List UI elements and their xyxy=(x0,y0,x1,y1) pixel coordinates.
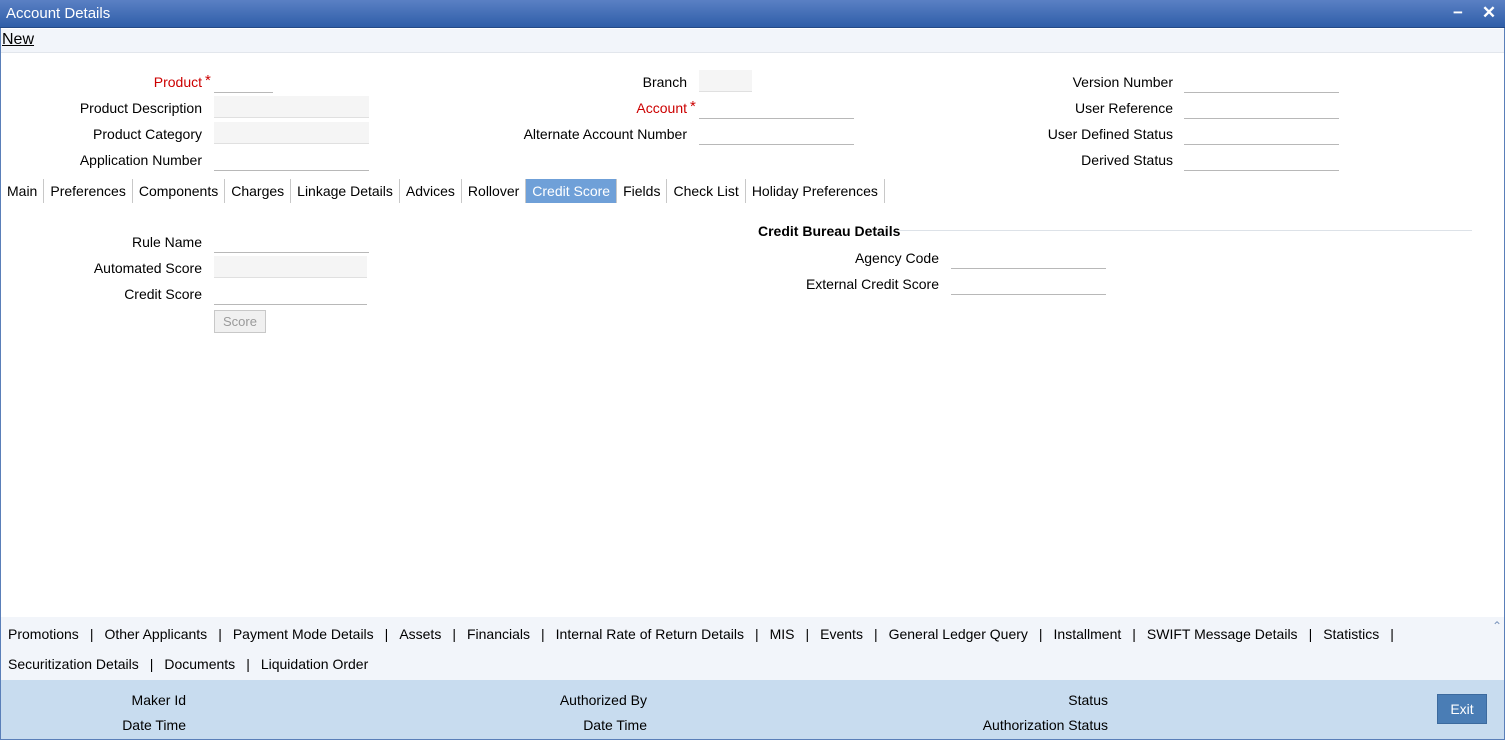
subsystem-link-assets[interactable]: Assets xyxy=(399,626,441,642)
rule-name-input[interactable] xyxy=(214,231,369,253)
subsystem-link-events[interactable]: Events xyxy=(820,626,863,642)
tab-charges[interactable]: Charges xyxy=(225,179,292,203)
version-number-input[interactable] xyxy=(1184,71,1339,93)
external-credit-score-input[interactable] xyxy=(951,273,1106,295)
tab-main[interactable]: Main xyxy=(1,179,45,203)
new-link[interactable]: New xyxy=(2,31,34,49)
link-separator: | xyxy=(218,626,222,642)
authorization-status-label: Authorization Status xyxy=(982,717,1108,733)
window-title-bar: Account Details − ✕ xyxy=(0,0,1505,28)
section-divider xyxy=(897,230,1472,231)
branch-field xyxy=(699,70,752,92)
tab-rollover[interactable]: Rollover xyxy=(462,179,527,203)
subsystem-link-swift-message-details[interactable]: SWIFT Message Details xyxy=(1147,626,1298,642)
account-label: Account xyxy=(636,100,687,116)
link-separator: | xyxy=(805,626,810,642)
subsystem-link-promotions[interactable]: Promotions xyxy=(8,626,79,642)
user-defined-status-input[interactable] xyxy=(1184,123,1339,145)
subsystem-link-securitization-details[interactable]: Securitization Details xyxy=(8,656,139,672)
close-icon[interactable]: ✕ xyxy=(1479,3,1499,23)
tab-bar: Main Preferences Components Charges Link… xyxy=(1,179,885,203)
link-separator: | xyxy=(541,626,545,642)
version-number-label: Version Number xyxy=(1072,74,1173,90)
subsystem-link-installment[interactable]: Installment xyxy=(1054,626,1122,642)
maker-date-time-label: Date Time xyxy=(122,717,186,733)
subsystem-link-financials[interactable]: Financials xyxy=(467,626,530,642)
link-separator: | xyxy=(873,626,878,642)
agency-code-input[interactable] xyxy=(951,247,1106,269)
link-separator: | xyxy=(89,626,94,642)
tab-components[interactable]: Components xyxy=(133,179,226,203)
subsystem-link-documents[interactable]: Documents xyxy=(164,656,235,672)
window-title: Account Details xyxy=(6,5,111,22)
required-mark: * xyxy=(690,98,696,115)
link-separator: | xyxy=(384,626,389,642)
product-label: Product xyxy=(153,74,202,90)
subsystem-link-mis[interactable]: MIS xyxy=(770,626,795,642)
derived-status-label: Derived Status xyxy=(1081,152,1173,168)
automated-score-field xyxy=(214,256,367,278)
product-description-label: Product Description xyxy=(79,100,202,116)
tab-preferences[interactable]: Preferences xyxy=(44,179,133,203)
product-category-field xyxy=(214,122,369,144)
link-separator: | xyxy=(1390,626,1394,642)
subsystem-link-other-applicants[interactable]: Other Applicants xyxy=(104,626,207,642)
exit-button[interactable]: Exit xyxy=(1437,694,1487,724)
tab-linkage-details[interactable]: Linkage Details xyxy=(291,179,400,203)
tab-check-list[interactable]: Check List xyxy=(667,179,746,203)
link-separator: | xyxy=(754,626,759,642)
minimize-icon[interactable]: − xyxy=(1448,3,1468,23)
status-label: Status xyxy=(1068,692,1108,708)
application-number-label: Application Number xyxy=(79,152,202,168)
application-number-input[interactable] xyxy=(214,149,369,171)
subsystem-links: Promotions | Other Applicants | Payment Mode… xyxy=(1,617,1504,680)
credit-score-label: Credit Score xyxy=(124,286,202,302)
subsystem-link-statistics[interactable]: Statistics xyxy=(1323,626,1379,642)
subsystem-row-2: Securitization Details | Documents | Liquida… xyxy=(8,656,368,672)
link-separator: | xyxy=(1308,626,1313,642)
authorized-by-label: Authorized By xyxy=(559,692,647,708)
user-reference-label: User Reference xyxy=(1074,100,1173,116)
subsystem-row-1: Promotions | Other Applicants | Payment Mode… xyxy=(8,626,1405,642)
toolbar: New xyxy=(1,29,1504,53)
link-separator: | xyxy=(452,626,456,642)
credit-score-input[interactable] xyxy=(214,283,367,305)
tab-advices[interactable]: Advices xyxy=(400,179,462,203)
subsystem-link-payment-mode-details[interactable]: Payment Mode Details xyxy=(233,626,374,642)
subsystem-link-liquidation-order[interactable]: Liquidation Order xyxy=(261,656,368,672)
checker-date-time-label: Date Time xyxy=(583,717,647,733)
user-reference-input[interactable] xyxy=(1184,97,1339,119)
maker-id-label: Maker Id xyxy=(131,692,186,708)
product-description-field xyxy=(214,96,369,118)
link-separator: | xyxy=(1038,626,1043,642)
tab-fields[interactable]: Fields xyxy=(617,179,668,203)
score-button[interactable]: Score xyxy=(214,310,266,333)
product-category-label: Product Category xyxy=(93,126,202,142)
external-credit-score-label: External Credit Score xyxy=(805,276,939,292)
subsystem-link-internal-rate-of-return-details[interactable]: Internal Rate of Return Details xyxy=(556,626,744,642)
derived-status-input[interactable] xyxy=(1184,149,1339,171)
audit-footer: Maker Id Date Time Authorized By Date Ti… xyxy=(1,680,1504,739)
required-mark: * xyxy=(205,72,211,89)
link-separator: | xyxy=(246,656,250,672)
branch-label: Branch xyxy=(642,74,687,90)
credit-bureau-details-title: Credit Bureau Details xyxy=(758,223,901,239)
subsystem-link-general-ledger-query[interactable]: General Ledger Query xyxy=(889,626,1028,642)
automated-score-label: Automated Score xyxy=(93,260,202,276)
tab-credit-score[interactable]: Credit Score xyxy=(526,179,618,203)
link-separator: | xyxy=(149,656,154,672)
tab-holiday-preferences[interactable]: Holiday Preferences xyxy=(746,179,885,203)
account-input[interactable] xyxy=(699,97,854,119)
agency-code-label: Agency Code xyxy=(854,250,939,266)
alternate-account-number-label: Alternate Account Number xyxy=(523,126,687,142)
chevron-up-icon[interactable]: ⌃ xyxy=(1492,619,1502,633)
alternate-account-number-input[interactable] xyxy=(699,123,854,145)
product-input[interactable] xyxy=(214,71,273,93)
user-defined-status-label: User Defined Status xyxy=(1047,126,1173,142)
rule-name-label: Rule Name xyxy=(131,234,202,250)
link-separator: | xyxy=(1132,626,1136,642)
